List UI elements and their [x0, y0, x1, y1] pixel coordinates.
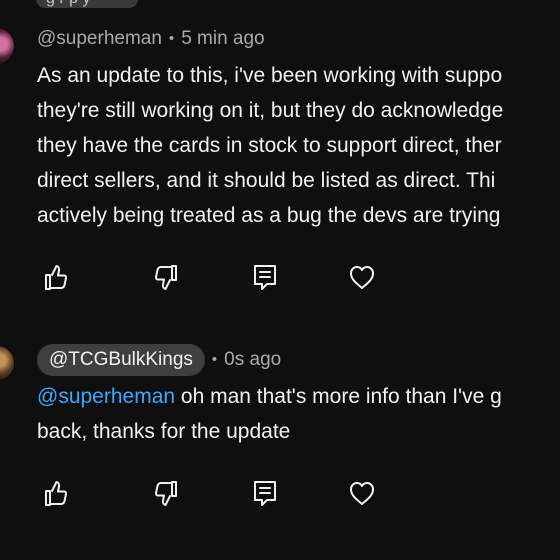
- comment-actions: [37, 259, 417, 295]
- meta-separator: •: [211, 351, 218, 368]
- heart-icon: [350, 482, 374, 505]
- comment-body: @superheman oh man that's more info than…: [37, 379, 560, 449]
- comment-handle-badge[interactable]: @TCGBulkKings: [37, 344, 205, 376]
- reply-button[interactable]: [247, 259, 283, 295]
- heart-button[interactable]: [344, 259, 380, 295]
- comment-timestamp: 5 min ago: [181, 28, 265, 49]
- comment-handle[interactable]: @superheman: [37, 27, 162, 51]
- comment-meta: @TCGBulkKings • 0s ago: [37, 344, 281, 376]
- comment-timestamp: 0s ago: [224, 349, 282, 370]
- meta-separator: •: [168, 30, 175, 47]
- reply-icon: [254, 265, 276, 290]
- comment-line-text: oh man that's more info than I've g: [175, 385, 502, 408]
- comment-line: direct sellers, and it should be listed …: [37, 169, 496, 192]
- avatar[interactable]: [0, 28, 14, 64]
- comment-line: @superheman oh man that's more info than…: [37, 379, 560, 414]
- reply-button[interactable]: [247, 475, 283, 511]
- like-button[interactable]: [37, 475, 73, 511]
- comment-actions: [37, 475, 417, 511]
- comment-line: they're still working on it, but they do…: [37, 99, 504, 122]
- heart-icon: [350, 266, 374, 289]
- dislike-button[interactable]: [149, 475, 185, 511]
- comment-meta: @superheman • 5 min ago: [37, 27, 265, 51]
- thumbs-up-icon: [45, 265, 68, 290]
- comment-line: As an update to this, i've been working …: [37, 64, 503, 87]
- dislike-button[interactable]: [149, 259, 185, 295]
- thumbs-up-icon: [45, 481, 68, 506]
- reply-icon: [254, 481, 276, 506]
- comment-body: As an update to this, i've been working …: [37, 58, 560, 233]
- thumbs-down-icon: [154, 265, 177, 290]
- avatar[interactable]: [0, 346, 14, 380]
- thumbs-down-icon: [154, 481, 177, 506]
- comment-line: back, thanks for the update: [37, 420, 291, 443]
- like-button[interactable]: [37, 259, 73, 295]
- heart-button[interactable]: [344, 475, 380, 511]
- comment-thread-screen: g r p y @superheman • 5 min ago As an up…: [0, 0, 560, 560]
- mention-link[interactable]: @superheman: [37, 385, 175, 408]
- comment-line: actively being treated as a bug the devs…: [37, 204, 501, 227]
- comment-line: they have the cards in stock to support …: [37, 134, 502, 157]
- previous-reply-button-fragment[interactable]: g r p y: [36, 0, 138, 8]
